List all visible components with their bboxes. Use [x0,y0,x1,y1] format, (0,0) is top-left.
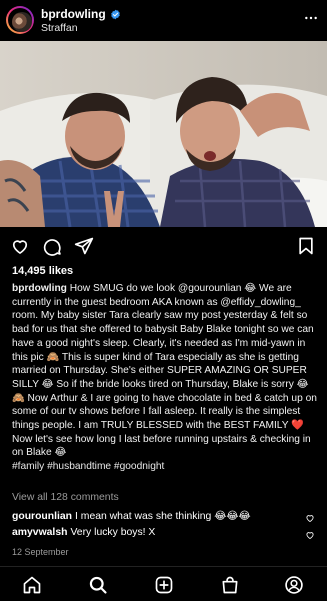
post-date: 12 September [12,547,69,557]
post-photo[interactable] [0,41,327,227]
likes-count[interactable]: 14,495 likes [12,265,73,277]
comment-username[interactable]: gourounlian [12,511,72,522]
username-link[interactable]: bprdowling [41,7,106,21]
shop-icon[interactable] [220,575,240,595]
comment-row: gourounlian I mean what was she thinking … [12,510,251,522]
add-post-icon[interactable] [154,575,174,595]
view-all-comments-link[interactable]: View all 128 comments [12,492,119,503]
comment-text: I mean what was she thinking 😂😂😂 [75,511,251,522]
avatar[interactable] [6,6,34,34]
comment-row: amyvwalsh Very lucky boys! X [12,527,155,538]
search-icon[interactable] [88,575,108,595]
caption-username[interactable]: bprdowling [12,283,67,294]
location-link[interactable]: Straffan [41,22,78,34]
heart-icon[interactable] [10,236,30,256]
comment-text: Very lucky boys! X [70,527,156,538]
verified-badge-icon [110,9,120,19]
comment-username[interactable]: amyvwalsh [12,527,67,538]
post-header: bprdowling Straffan [0,0,327,40]
share-icon[interactable] [74,236,94,256]
avatar-image [12,12,32,32]
profile-icon[interactable] [284,575,304,595]
post-caption: bprdowling How SMUG do we look @gourounl… [12,282,317,474]
comment-icon[interactable] [42,236,62,256]
home-icon[interactable] [22,575,42,595]
comment-like-heart-icon[interactable] [305,513,315,523]
username-row: bprdowling [41,7,121,21]
post-actions [0,227,327,263]
avatar-ring-inner [8,8,32,32]
post-photo-illustration [0,41,327,227]
more-options-icon[interactable] [303,10,319,26]
caption-hashtags[interactable]: #family #husbandtime #goodnight [12,460,317,474]
bottom-navigation [0,566,327,601]
comment-like-heart-icon[interactable] [305,530,315,540]
caption-text: How SMUG do we look @gourounlian 😂 We ar… [12,283,317,459]
bookmark-icon[interactable] [296,236,316,256]
